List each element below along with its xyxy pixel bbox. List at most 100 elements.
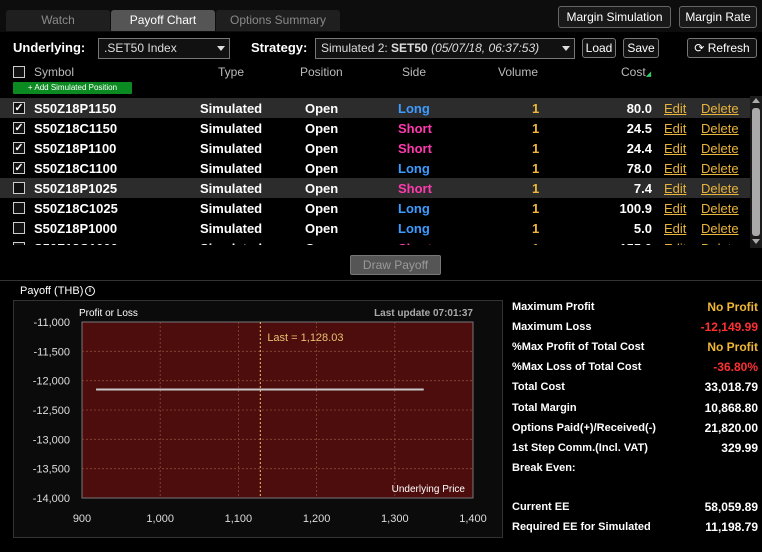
y-tick-label: -13,000 bbox=[33, 434, 70, 446]
save-button[interactable]: Save bbox=[623, 38, 659, 58]
margin-simulation-button[interactable]: Margin Simulation bbox=[558, 6, 671, 28]
type-cell: Simulated bbox=[200, 141, 263, 156]
row-checkbox[interactable] bbox=[13, 222, 25, 234]
table-row[interactable]: S50Z18C1000 Simulated Open Short 1 155.0 Edit D… bbox=[0, 238, 750, 245]
delete-link[interactable]: Delete bbox=[701, 141, 739, 156]
position-cell: Open bbox=[305, 181, 339, 196]
type-cell: Simulated bbox=[200, 181, 263, 196]
side-cell: Long bbox=[398, 201, 430, 216]
x-tick-label: 1,300 bbox=[381, 513, 409, 525]
summary-label: Required EE for Simulated bbox=[512, 521, 651, 533]
summary-value: No Profit bbox=[707, 340, 758, 354]
side-cell: Short bbox=[398, 121, 432, 136]
table-row[interactable]: ✓ S50Z18C1150 Simulated Open Short 1 24.5 Edit D… bbox=[0, 118, 750, 138]
select-all-checkbox[interactable] bbox=[13, 66, 25, 78]
y-tick-label: -11,500 bbox=[34, 346, 71, 358]
tab-payoff-chart[interactable]: Payoff Chart bbox=[111, 10, 215, 31]
edit-link[interactable]: Edit bbox=[664, 161, 686, 176]
row-checkbox[interactable] bbox=[13, 202, 25, 214]
volume-cell: 1 bbox=[532, 241, 539, 245]
cost-cell: 24.5 bbox=[626, 121, 652, 136]
type-cell: Simulated bbox=[200, 101, 263, 116]
checkmark-icon[interactable]: ✓ bbox=[13, 142, 25, 154]
col-cost[interactable]: Cost◢ bbox=[621, 65, 651, 79]
delete-link[interactable]: Delete bbox=[701, 101, 739, 116]
tab-options-summary[interactable]: Options Summary bbox=[216, 10, 340, 31]
underlying-select[interactable]: .SET50 Index bbox=[98, 38, 230, 59]
col-type[interactable]: Type bbox=[218, 65, 244, 79]
summary-label: Maximum Loss bbox=[512, 321, 592, 333]
edit-link[interactable]: Edit bbox=[664, 221, 686, 236]
draw-payoff-button[interactable]: Draw Payoff bbox=[350, 255, 441, 275]
table-row[interactable]: S50Z18C1025 Simulated Open Long 1 100.9 Edit De… bbox=[0, 198, 750, 218]
x-tick-label: 1,100 bbox=[225, 513, 253, 525]
add-simulated-position-button[interactable]: + Add Simulated Position bbox=[13, 82, 132, 94]
position-cell: Open bbox=[305, 161, 339, 176]
volume-cell: 1 bbox=[532, 161, 540, 176]
table-row[interactable]: S50Z18P1000 Simulated Open Long 1 5.0 Edit Dele… bbox=[0, 218, 750, 238]
position-cell: Open bbox=[305, 241, 338, 245]
payoff-chart: 900 1,000 1,100 1,200 1,300 1,400 -11,000 -11,5… bbox=[13, 300, 503, 538]
position-cell: Open bbox=[305, 101, 339, 116]
edit-link[interactable]: Edit bbox=[664, 101, 686, 116]
cost-cell: 7.4 bbox=[633, 181, 652, 196]
cost-cell: 80.0 bbox=[626, 101, 652, 116]
x-tick-label: 1,200 bbox=[303, 513, 331, 525]
edit-link[interactable]: Edit bbox=[664, 141, 686, 156]
edit-link[interactable]: Edit bbox=[664, 121, 686, 136]
tab-watch[interactable]: Watch bbox=[6, 10, 110, 31]
delete-link[interactable]: Delete bbox=[701, 161, 739, 176]
summary-value: 329.99 bbox=[721, 441, 758, 455]
checkmark-icon[interactable]: ✓ bbox=[13, 122, 25, 134]
table-row[interactable]: S50Z18P1025 Simulated Open Short 1 7.4 Edit Del… bbox=[0, 178, 750, 198]
table-row[interactable]: ✓ S50Z18P1100 Simulated Open Short 1 24.4 Edit D… bbox=[0, 138, 750, 158]
summary-label: Break Even: bbox=[512, 462, 576, 474]
info-icon[interactable]: i bbox=[85, 286, 95, 296]
position-cell: Open bbox=[305, 201, 339, 216]
scrollbar-thumb[interactable] bbox=[752, 108, 760, 236]
checkmark-icon[interactable]: ✓ bbox=[13, 162, 25, 174]
chevron-down-icon bbox=[562, 46, 570, 51]
scroll-up-icon[interactable] bbox=[752, 98, 760, 103]
col-volume[interactable]: Volume bbox=[498, 65, 538, 79]
table-row[interactable]: ✓ S50Z18C1100 Simulated Open Long 1 78.0 Edit De… bbox=[0, 158, 750, 178]
position-cell: Open bbox=[305, 141, 339, 156]
y-tick-label: -12,000 bbox=[33, 376, 70, 388]
strategy-select[interactable]: Simulated 2: SET50 (05/07/18, 06:37:53) bbox=[315, 38, 575, 59]
margin-rate-button[interactable]: Margin Rate bbox=[679, 6, 757, 28]
summary-label: Total Margin bbox=[512, 402, 577, 414]
refresh-button[interactable]: ⟳ Refresh bbox=[687, 38, 757, 58]
delete-link[interactable]: Delete bbox=[701, 241, 739, 245]
underlying-value: .SET50 Index bbox=[104, 41, 177, 55]
col-symbol[interactable]: Symbol bbox=[34, 65, 74, 79]
table-row[interactable]: ✓ S50Z18P1150 Simulated Open Long 1 80.0 Edit De… bbox=[0, 98, 750, 118]
summary-label: %Max Loss of Total Cost bbox=[512, 361, 642, 373]
row-checkbox[interactable] bbox=[13, 242, 25, 245]
position-cell: Open bbox=[305, 121, 339, 136]
delete-link[interactable]: Delete bbox=[701, 181, 739, 196]
side-cell: Short bbox=[398, 141, 432, 156]
summary-value: 33,018.79 bbox=[704, 380, 758, 394]
edit-link[interactable]: Edit bbox=[664, 181, 686, 196]
col-cost-label: Cost bbox=[621, 65, 646, 79]
payoff-chart-svg: 900 1,000 1,100 1,200 1,300 1,400 -11,000 -11,5… bbox=[33, 308, 487, 525]
edit-link[interactable]: Edit bbox=[664, 201, 686, 216]
underlying-label: Underlying: bbox=[13, 40, 86, 55]
y-tick-label: -11,000 bbox=[34, 317, 71, 329]
col-position[interactable]: Position bbox=[300, 65, 343, 79]
scroll-down-icon[interactable] bbox=[752, 239, 760, 244]
checkmark-icon[interactable]: ✓ bbox=[13, 102, 25, 114]
row-checkbox[interactable] bbox=[13, 182, 25, 194]
summary-value: -12,149.99 bbox=[700, 320, 758, 334]
strategy-time: (05/07/18, 06:37:53) bbox=[427, 41, 540, 55]
delete-link[interactable]: Delete bbox=[701, 221, 739, 236]
delete-link[interactable]: Delete bbox=[701, 201, 739, 216]
symbol-cell: S50Z18C1025 bbox=[34, 201, 118, 216]
chevron-down-icon bbox=[217, 46, 225, 51]
edit-link[interactable]: Edit bbox=[664, 241, 686, 245]
delete-link[interactable]: Delete bbox=[701, 121, 739, 136]
load-button[interactable]: Load bbox=[582, 38, 616, 58]
y-axis-title: Profit or Loss bbox=[79, 308, 138, 319]
volume-cell: 1 bbox=[532, 101, 540, 116]
col-side[interactable]: Side bbox=[402, 65, 426, 79]
